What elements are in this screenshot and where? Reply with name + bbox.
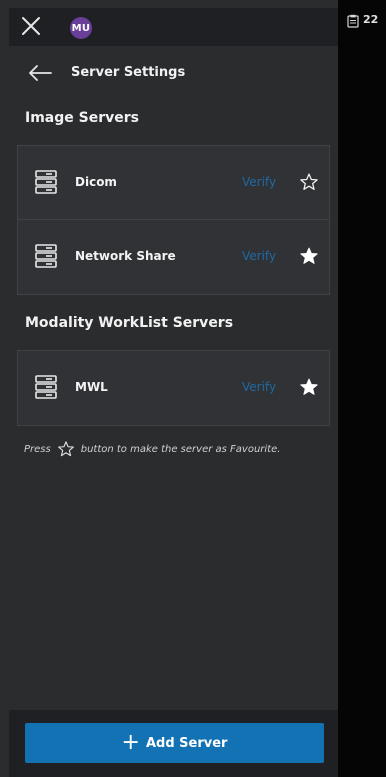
- worklist-servers-heading: Modality WorkList Servers: [25, 315, 234, 331]
- back-arrow-icon[interactable]: [27, 62, 53, 84]
- settings-panel: MU Server Settings Image Servers Dicom V…: [0, 0, 338, 777]
- avatar[interactable]: MU: [70, 17, 92, 39]
- add-server-label: Add Server: [145, 735, 228, 751]
- verify-link[interactable]: Verify: [242, 380, 276, 394]
- server-row-network-share[interactable]: Network Share Verify: [18, 220, 329, 294]
- star-filled-icon[interactable]: [299, 377, 319, 397]
- star-outline-icon[interactable]: [299, 172, 319, 192]
- hint-text-before: Press: [24, 443, 51, 455]
- server-name: Dicom: [75, 175, 117, 189]
- star-filled-icon[interactable]: [299, 246, 319, 266]
- plus-icon: +: [121, 730, 140, 755]
- background-area: [338, 0, 386, 777]
- server-icon: [35, 170, 57, 194]
- verify-link[interactable]: Verify: [242, 175, 276, 189]
- image-servers-heading: Image Servers: [25, 110, 139, 126]
- server-icon: [35, 375, 57, 399]
- close-icon[interactable]: [19, 14, 43, 38]
- hint-text-after: button to make the server as Favourite.: [80, 443, 281, 455]
- server-row-dicom[interactable]: Dicom Verify: [18, 146, 329, 220]
- favourite-hint: Press button to make the server as Favou…: [24, 440, 280, 458]
- server-row-mwl[interactable]: MWL Verify: [18, 351, 329, 425]
- page-title: Server Settings: [71, 65, 186, 80]
- server-name: MWL: [75, 380, 108, 394]
- page-header: Server Settings: [9, 52, 338, 94]
- worklist-servers-list: MWL Verify: [17, 350, 330, 426]
- status-count: 22: [363, 13, 379, 26]
- star-outline-icon: [57, 441, 74, 457]
- footer-bar: + Add Server: [9, 710, 338, 777]
- add-server-button[interactable]: + Add Server: [25, 723, 324, 763]
- server-icon: [35, 244, 57, 268]
- verify-link[interactable]: Verify: [242, 249, 276, 263]
- top-bar: MU: [9, 8, 338, 46]
- image-servers-list: Dicom Verify Network Share Verify: [17, 145, 330, 295]
- server-name: Network Share: [75, 249, 176, 263]
- clipboard-icon: [347, 14, 359, 28]
